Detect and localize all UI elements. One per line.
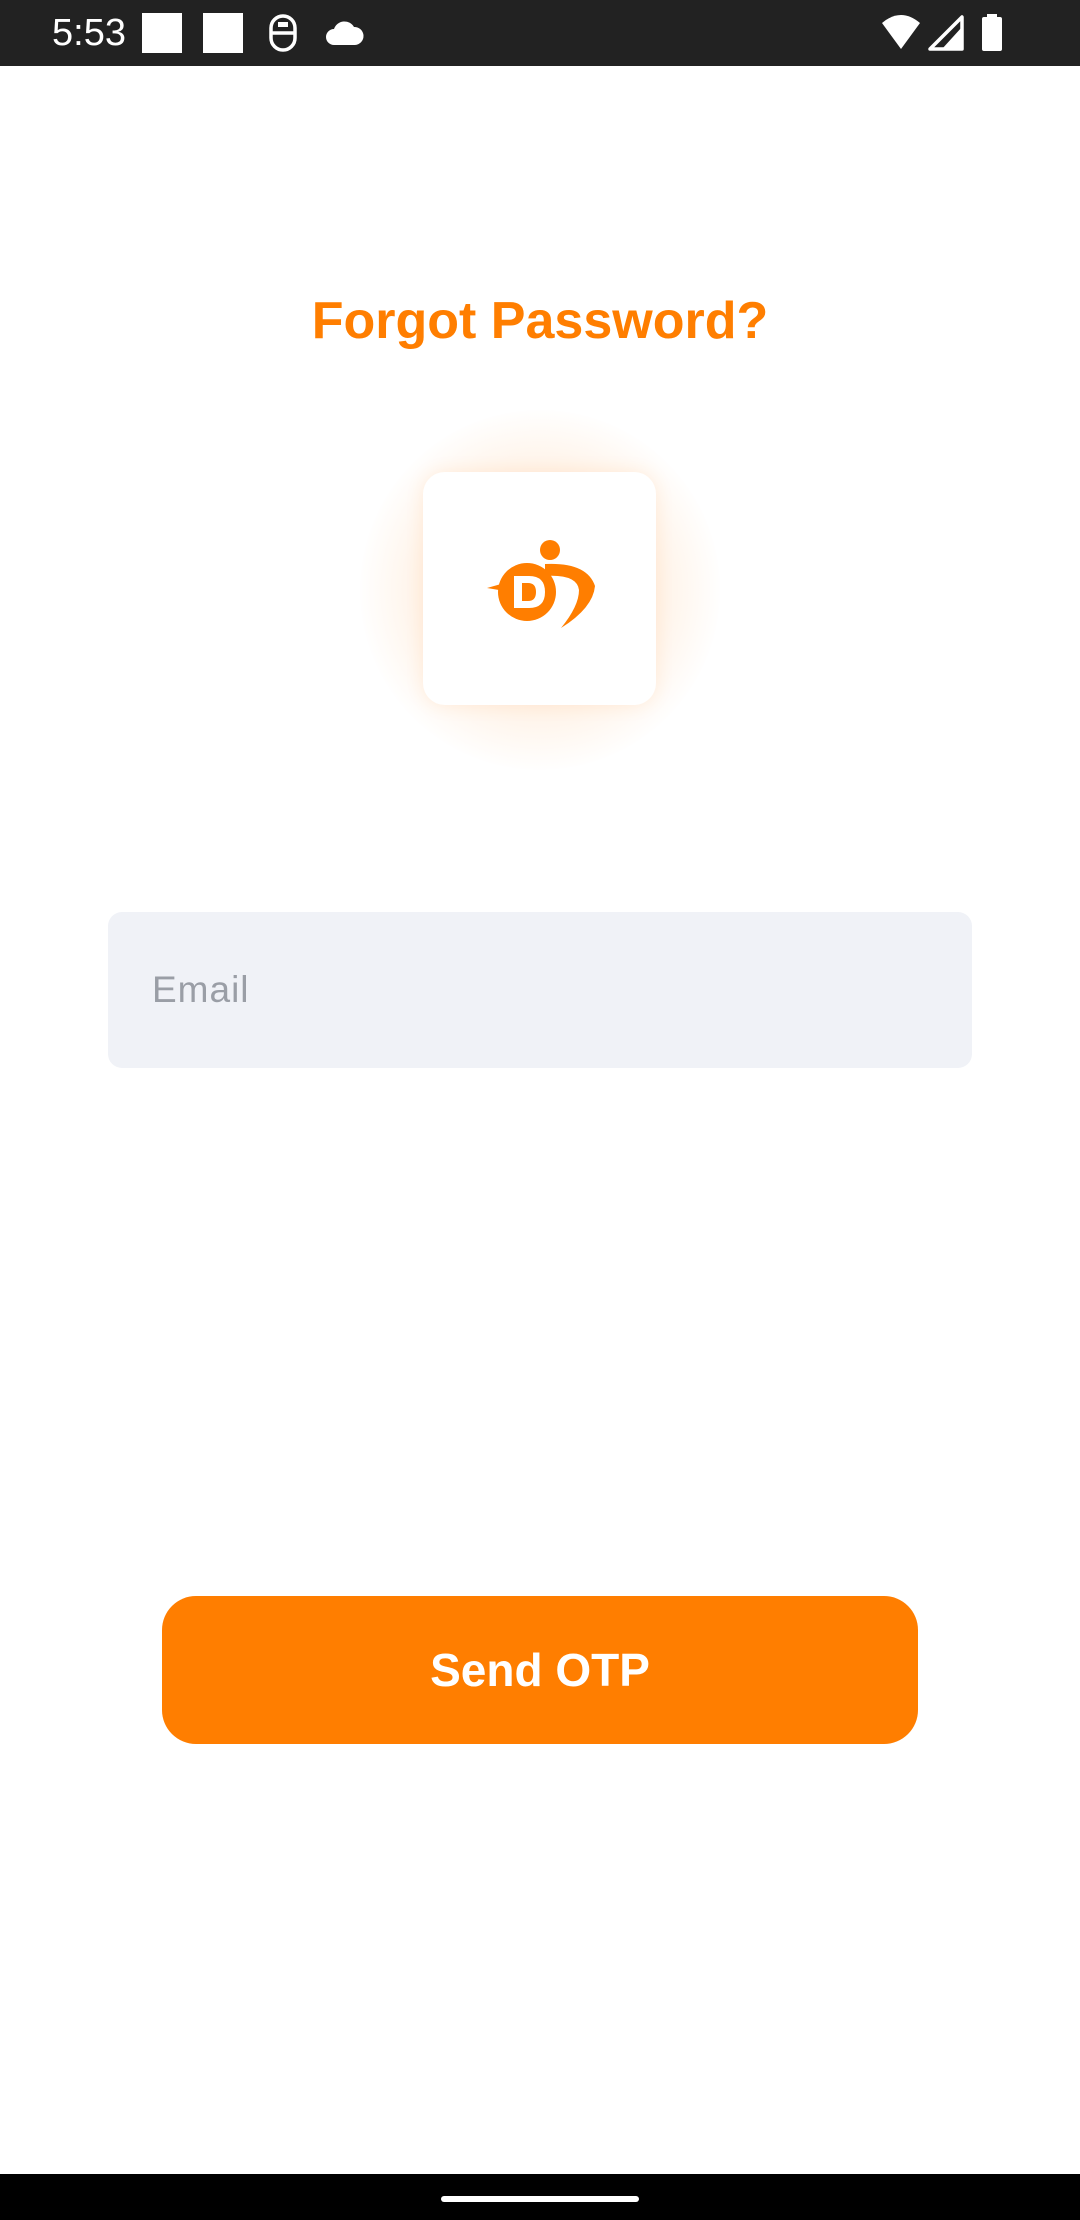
page-title: Forgot Password? bbox=[311, 292, 769, 350]
send-otp-button[interactable]: Send OTP bbox=[162, 1596, 918, 1744]
forgot-password-screen: 5:53 Forgot Password? Email Send OTP bbox=[0, 0, 1080, 2220]
app-logo-icon bbox=[483, 536, 598, 636]
battery-icon bbox=[980, 13, 1004, 53]
notification-square-icon bbox=[203, 13, 243, 53]
notification-square-icon bbox=[142, 13, 182, 53]
status-time: 5:53 bbox=[52, 12, 126, 54]
accessibility-icon bbox=[268, 13, 298, 53]
email-field[interactable] bbox=[108, 912, 972, 1068]
home-indicator[interactable] bbox=[441, 2196, 639, 2202]
status-bar: 5:53 bbox=[0, 0, 1080, 66]
logo-card bbox=[423, 472, 656, 705]
cloud-icon bbox=[324, 13, 364, 53]
signal-icon bbox=[928, 13, 964, 53]
wifi-icon bbox=[880, 13, 922, 53]
navigation-bar bbox=[0, 2174, 1080, 2220]
